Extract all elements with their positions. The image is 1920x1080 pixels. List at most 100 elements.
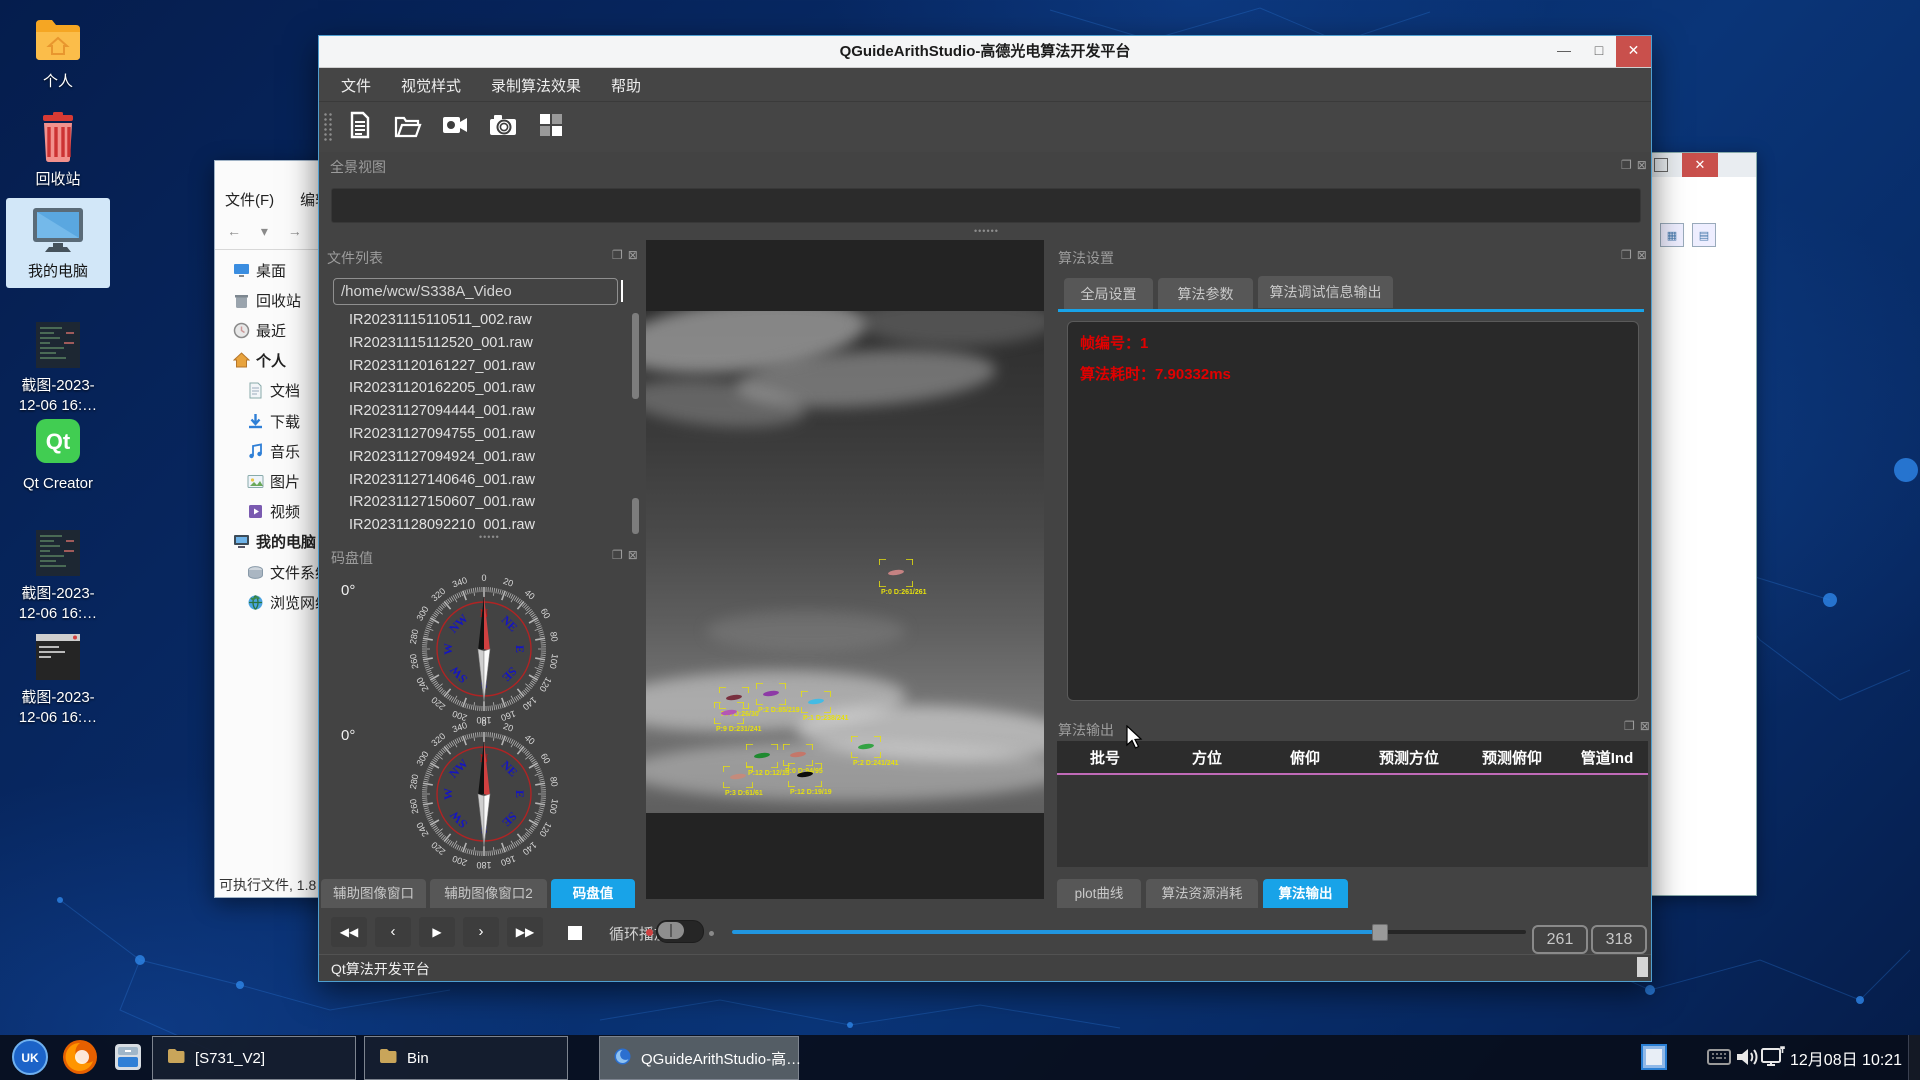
prev-frame-button[interactable]: ‹ bbox=[375, 917, 411, 947]
video-record-icon[interactable] bbox=[440, 110, 470, 140]
file-row[interactable]: IR20231127150607_001.raw bbox=[349, 494, 617, 517]
taskbar-clock[interactable]: 12月08日 10:21 bbox=[1790, 1046, 1902, 1070]
panorama-strip[interactable] bbox=[331, 188, 1641, 223]
menubar[interactable]: 文件 视觉样式 录制算法效果 帮助 bbox=[319, 68, 1651, 101]
fm-sidebar-item-下载[interactable]: 下载 bbox=[247, 409, 300, 433]
splitter-handle[interactable]: •••••• bbox=[974, 226, 999, 236]
fm-sidebar-item-音乐[interactable]: 音乐 bbox=[247, 439, 300, 463]
file-row[interactable]: IR20231127140646_001.raw bbox=[349, 472, 617, 495]
file-row[interactable]: IR20231127094755_001.raw bbox=[349, 426, 617, 449]
settings-tab-2[interactable]: 算法参数 bbox=[1158, 278, 1253, 310]
fm-menu-1[interactable]: 文件(F) bbox=[225, 192, 274, 209]
bgwin-close-button[interactable]: ✕ bbox=[1682, 153, 1718, 177]
task-button-2[interactable]: Bin bbox=[364, 1036, 568, 1080]
fm-sidebar-item-个人[interactable]: 个人 bbox=[233, 349, 286, 373]
camera-icon[interactable] bbox=[488, 110, 518, 140]
resize-grip[interactable] bbox=[1637, 957, 1648, 977]
list-view-icon[interactable]: ▤ bbox=[1692, 223, 1716, 247]
desktop-icon-4[interactable]: 截图-2023-12-06 16:… bbox=[6, 322, 110, 416]
fm-sidebar-item-我的电脑[interactable]: 我的电脑 bbox=[233, 530, 316, 554]
total-frame-box[interactable]: 318 bbox=[1591, 925, 1647, 954]
file-row[interactable]: IR20231120161227_001.raw bbox=[349, 358, 617, 381]
next-frame-button[interactable]: › bbox=[463, 917, 499, 947]
desktop-icon-5[interactable]: QtQt Creator bbox=[6, 416, 110, 494]
file-row[interactable]: IR20231127094924_001.raw bbox=[349, 449, 617, 472]
close-button[interactable]: ✕ bbox=[1616, 36, 1651, 67]
fm-sidebar-item-视频[interactable]: 视频 bbox=[247, 500, 300, 524]
menu-4[interactable]: 帮助 bbox=[611, 78, 641, 95]
file-list[interactable]: IR20231115110511_002.rawIR20231115112520… bbox=[349, 312, 617, 530]
task-button-1[interactable]: [S731_V2] bbox=[152, 1036, 356, 1080]
left-tab-2[interactable]: 辅助图像窗口2 bbox=[430, 879, 547, 908]
toolbar-drag-handle[interactable] bbox=[323, 112, 333, 142]
seek-slider-handle[interactable] bbox=[1372, 924, 1388, 941]
filelist-scrollbar[interactable] bbox=[632, 498, 639, 534]
background-window-right[interactable]: ✕ ▦ ▤ bbox=[1645, 152, 1757, 896]
output-float-close-icons[interactable]: ❐⊠ bbox=[1624, 719, 1655, 733]
file-row[interactable]: IR20231115112520_001.raw bbox=[349, 335, 617, 358]
menu-2[interactable]: 视觉样式 bbox=[401, 78, 461, 95]
settings-tab-1[interactable]: 全局设置 bbox=[1064, 278, 1153, 310]
loop-toggle[interactable] bbox=[656, 920, 704, 943]
panorama-float-close-icons[interactable]: ❐⊠ bbox=[1621, 158, 1652, 172]
current-frame-box[interactable]: 261 bbox=[1532, 925, 1588, 954]
menu-3[interactable]: 录制算法效果 bbox=[491, 78, 581, 95]
start-menu-icon[interactable]: UK bbox=[12, 1039, 48, 1075]
open-folder-icon[interactable] bbox=[393, 110, 423, 140]
maximize-button[interactable]: □ bbox=[1582, 36, 1616, 67]
desktop-icon-7[interactable]: 截图-2023-12-06 16:… bbox=[6, 634, 110, 728]
right-tab-3[interactable]: 算法输出 bbox=[1263, 879, 1348, 908]
layout-grid-icon[interactable] bbox=[536, 110, 566, 140]
play-button[interactable]: ▶ bbox=[419, 917, 455, 947]
show-desktop-button[interactable] bbox=[1908, 1035, 1920, 1080]
fm-sidebar-item-回收站[interactable]: 回收站 bbox=[233, 288, 301, 312]
left-tab-1[interactable]: 辅助图像窗口 bbox=[321, 879, 426, 908]
settings-float-close-icons[interactable]: ❐⊠ bbox=[1621, 248, 1652, 262]
fast-forward-button[interactable]: ▶▶ bbox=[507, 917, 543, 947]
keyboard-icon[interactable] bbox=[1707, 1044, 1731, 1070]
file-manager-icon[interactable] bbox=[112, 1041, 144, 1073]
desktop-icon-2[interactable]: 回收站 bbox=[6, 112, 110, 190]
desktop-icon-1[interactable]: 个人 bbox=[6, 16, 110, 92]
rewind-button[interactable]: ◀◀ bbox=[331, 917, 367, 947]
taskbar: UK [S731_V2]Bin QGuideArithStudio-高… 12月0… bbox=[0, 1035, 1920, 1080]
fm-sidebar-item-文档[interactable]: 文档 bbox=[247, 379, 300, 403]
file-row[interactable]: IR20231120162205_001.raw bbox=[349, 380, 617, 403]
minimize-button[interactable]: — bbox=[1547, 36, 1581, 67]
svg-text:220: 220 bbox=[429, 840, 447, 857]
file-row[interactable]: IR20231127094444_001.raw bbox=[349, 403, 617, 426]
desktop-icon-3[interactable]: 我的电脑 bbox=[6, 198, 110, 288]
desktop-icon-6[interactable]: 截图-2023-12-06 16:… bbox=[6, 530, 110, 624]
titlebar[interactable]: QGuideArithStudio-高德光电算法开发平台 — □ ✕ bbox=[319, 36, 1651, 68]
input-method-icon[interactable] bbox=[1641, 1044, 1667, 1070]
firefox-icon[interactable] bbox=[62, 1039, 98, 1075]
settings-tab-underline bbox=[1058, 309, 1644, 312]
file-row[interactable]: IR20231115110511_002.raw bbox=[349, 312, 617, 335]
new-file-icon[interactable] bbox=[345, 110, 375, 140]
fm-sidebar-item-桌面[interactable]: 桌面 bbox=[233, 258, 286, 282]
right-tab-2[interactable]: 算法资源消耗 bbox=[1146, 879, 1258, 908]
network-icon[interactable] bbox=[1760, 1044, 1788, 1070]
ir-video-frame[interactable]: P:0 D:261/261 P:4 D:26/30 P:2 D:85/219 P… bbox=[646, 311, 1044, 813]
right-tab-1[interactable]: plot曲线 bbox=[1057, 879, 1141, 908]
float-icon: ❐ bbox=[1621, 248, 1637, 262]
svg-text:60: 60 bbox=[539, 607, 553, 621]
fm-sidebar-item-图片[interactable]: 图片 bbox=[247, 469, 300, 493]
grid-view-icon[interactable]: ▦ bbox=[1660, 223, 1684, 247]
filelist-scrollbar[interactable] bbox=[632, 313, 639, 399]
bgwin-maximize-icon[interactable] bbox=[1654, 158, 1668, 172]
fm-sidebar-item-最近[interactable]: 最近 bbox=[233, 318, 286, 342]
splitter-handle[interactable]: ••••• bbox=[479, 532, 500, 542]
settings-tab-3[interactable]: 算法调试信息输出 bbox=[1258, 276, 1393, 308]
volume-icon[interactable] bbox=[1734, 1044, 1760, 1070]
stop-button[interactable] bbox=[557, 917, 593, 947]
toggle-knob[interactable] bbox=[658, 922, 684, 939]
filelist-float-close-icons[interactable]: ❐⊠ bbox=[612, 248, 643, 262]
task-button-3[interactable]: QGuideArithStudio-高… bbox=[599, 1036, 799, 1080]
menu-1[interactable]: 文件 bbox=[341, 78, 371, 95]
file-row[interactable]: IR20231128092210_001.raw bbox=[349, 517, 617, 530]
path-input[interactable]: /home/wcw/S338A_Video bbox=[333, 278, 618, 305]
app-window[interactable]: QGuideArithStudio-高德光电算法开发平台 — □ ✕ 文件 视觉样… bbox=[318, 35, 1652, 982]
left-tab-3[interactable]: 码盘值 bbox=[551, 879, 635, 908]
dials-float-close-icons[interactable]: ❐⊠ bbox=[612, 548, 643, 562]
